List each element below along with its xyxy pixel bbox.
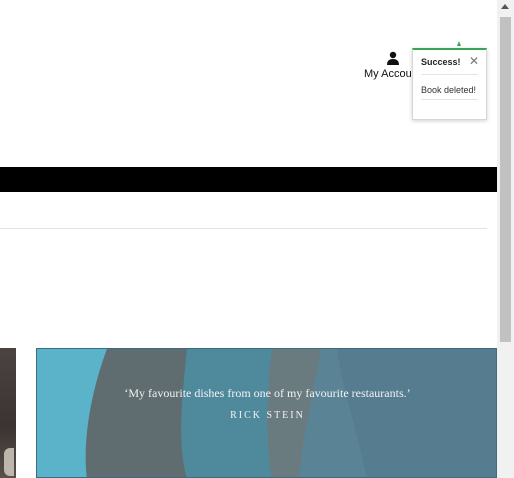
my-account-label: My Account — [364, 68, 414, 80]
toast-message: Book deleted! — [421, 85, 477, 95]
vertical-scrollbar[interactable] — [497, 0, 514, 478]
slide-quote: ‘My favourite dishes from one of my favo… — [124, 386, 411, 400]
toast-divider-bottom — [421, 99, 478, 100]
toast-divider — [421, 74, 478, 75]
scroll-up-arrow-icon[interactable] — [501, 4, 509, 9]
toast-caret — [457, 41, 461, 46]
toast-title: Success! — [421, 57, 461, 67]
slide-author: RICK STEIN — [230, 410, 305, 421]
success-toast: Success! ✕ Book deleted! — [412, 48, 487, 120]
previous-slide-image[interactable] — [0, 348, 16, 478]
previous-slide-detail — [4, 448, 14, 476]
testimonial-slide[interactable]: ‘My favourite dishes from one of my favo… — [36, 348, 497, 478]
close-icon[interactable]: ✕ — [469, 55, 479, 67]
navigation-bar — [0, 167, 497, 192]
user-icon — [387, 51, 399, 65]
section-divider — [0, 228, 487, 229]
scrollbar-thumb[interactable] — [500, 17, 511, 342]
